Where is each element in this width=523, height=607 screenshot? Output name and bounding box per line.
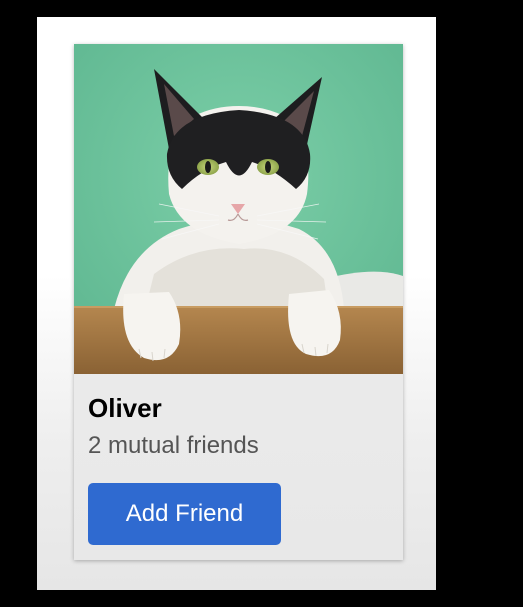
profile-photo [74, 44, 403, 374]
friend-card: Oliver 2 mutual friends Add Friend [74, 44, 403, 560]
page-background: Oliver 2 mutual friends Add Friend [37, 17, 436, 590]
add-friend-button[interactable]: Add Friend [88, 483, 281, 545]
friend-name: Oliver [88, 393, 162, 423]
mutual-friends-count: 2 mutual friends [88, 432, 259, 459]
